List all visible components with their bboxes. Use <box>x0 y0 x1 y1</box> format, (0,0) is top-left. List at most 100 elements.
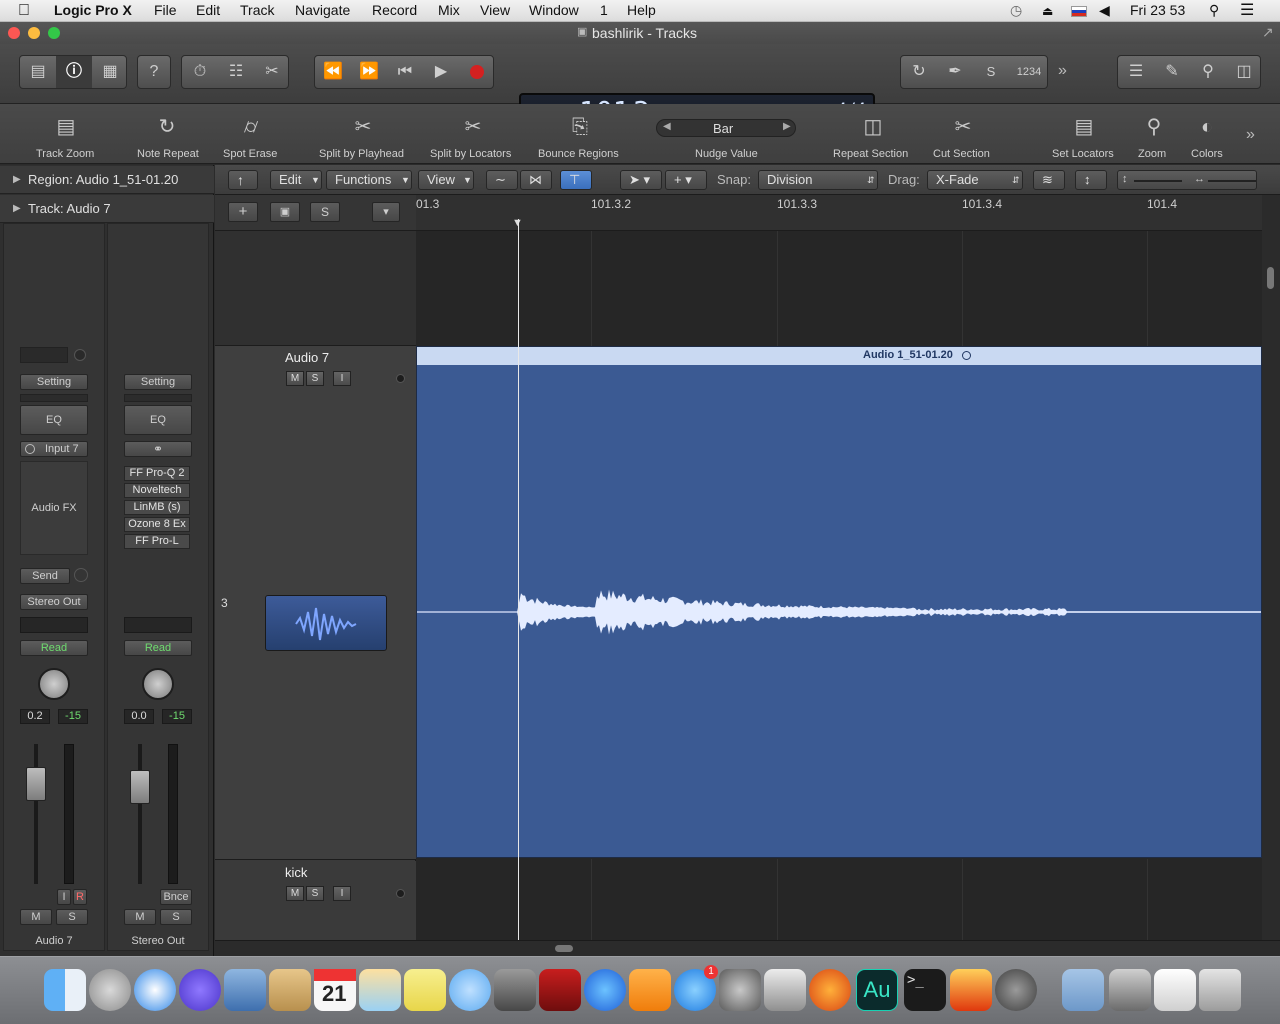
menu-help[interactable]: Help <box>627 2 656 18</box>
safari-icon[interactable] <box>134 969 176 1011</box>
vertical-scroll-thumb[interactable] <box>1267 267 1274 289</box>
colors-button[interactable]: ◐ Colors <box>1186 104 1230 164</box>
send-slot[interactable]: Send <box>20 568 70 584</box>
instruments-icon[interactable] <box>179 969 221 1011</box>
calendar-icon[interactable]: 21 <box>314 969 356 1011</box>
play-icon[interactable]: ▶ <box>423 56 459 88</box>
more-icon[interactable]: » <box>1058 62 1067 80</box>
fullscreen-icon[interactable]: ↗ <box>1262 24 1274 41</box>
region-header[interactable]: Audio 1_51-01.20 <box>417 347 1261 365</box>
app-store-icon[interactable]: 1 <box>674 965 718 1011</box>
track-input-monitor-button[interactable]: I <box>333 886 351 901</box>
messages-icon[interactable] <box>449 969 491 1011</box>
terminal-icon[interactable]: >_ <box>904 969 946 1011</box>
global-solo-button[interactable]: S <box>310 202 340 222</box>
split-by-playhead-button[interactable]: ✂ Split by Playhead <box>314 104 412 164</box>
balance-knob[interactable] <box>142 668 174 700</box>
ruler[interactable]: 01.3 101.3.2 101.3.3 101.3.4 101.4 ▼ <box>416 195 1262 231</box>
record-enable-button[interactable]: R <box>73 889 87 905</box>
more-tools-icon[interactable]: » <box>1246 126 1255 144</box>
nudge-right-icon[interactable]: ▶ <box>783 121 791 132</box>
cut-section-button[interactable]: ✂ Cut Section <box>928 104 998 164</box>
zoom-button[interactable]: ⚲ Zoom <box>1134 104 1174 164</box>
group-slot[interactable] <box>124 617 192 633</box>
track-mute-button[interactable]: M <box>286 886 304 901</box>
trash-icon[interactable] <box>1199 969 1241 1011</box>
contacts-icon[interactable] <box>269 969 311 1011</box>
vertical-scrollbar[interactable] <box>1262 195 1280 940</box>
menu-record[interactable]: Record <box>372 2 417 18</box>
preview-icon[interactable] <box>224 969 266 1011</box>
catch-playhead-icon[interactable]: ⊤ <box>560 170 592 190</box>
photo-strip-icon[interactable] <box>539 969 581 1011</box>
plugin-slot-1[interactable]: FF Pro-Q 2 <box>124 466 190 481</box>
split-by-locators-button[interactable]: ✂ Split by Locators <box>425 104 521 164</box>
menu-navigate[interactable]: Navigate <box>295 2 350 18</box>
plugin-slot-3[interactable]: LinMB (s) <box>124 500 190 515</box>
mute-button[interactable]: M <box>124 909 156 925</box>
audition-icon[interactable]: Au <box>856 969 898 1011</box>
note-repeat-button[interactable]: ↻ Note Repeat <box>132 104 206 164</box>
volume-fader[interactable] <box>26 767 46 801</box>
smart-controls-icon[interactable]: ⏱ <box>182 56 218 88</box>
bounce-regions-button[interactable]: ⎘ Bounce Regions <box>533 104 627 164</box>
plugin-slot-2[interactable]: Noveltech <box>124 483 190 498</box>
setting-button[interactable]: Setting <box>20 374 88 390</box>
track-header-kick[interactable]: kick M S I <box>215 861 416 940</box>
track-solo-button[interactable]: S <box>306 886 324 901</box>
menu-track[interactable]: Track <box>240 2 274 18</box>
plugin-slot-5[interactable]: FF Pro-L <box>124 534 190 549</box>
mixer-icon[interactable]: ☷ <box>218 56 254 88</box>
record-enable-icon[interactable] <box>396 889 405 898</box>
nudge-left-icon[interactable]: ◀ <box>663 121 671 132</box>
pan-knob[interactable] <box>38 668 70 700</box>
minimize-window-button[interactable] <box>28 27 40 39</box>
automation-mode[interactable]: Read <box>124 640 192 656</box>
input-button[interactable]: Input 7 <box>20 441 88 457</box>
pointer-tool-icon[interactable]: ➤ ▾ <box>620 170 662 190</box>
browsers-icon[interactable]: ◫ <box>1226 56 1262 88</box>
automation-icon[interactable]: ∼ <box>486 170 518 190</box>
itunes-icon[interactable] <box>584 969 626 1011</box>
loop-browser-icon[interactable]: ⚲ <box>1190 56 1226 88</box>
toolbar-icon[interactable]: ▦ <box>92 56 128 88</box>
finder-icon[interactable] <box>44 969 86 1011</box>
track-inspector-row[interactable]: ▶ Track: Audio 7 <box>0 195 214 223</box>
spot-erase-button[interactable]: ⌭ Spot Erase <box>218 104 284 164</box>
edit-menu[interactable]: Edit ▼ <box>270 170 322 190</box>
launchpad-icon[interactable] <box>89 969 131 1011</box>
inspector-icon[interactable]: ⓘ <box>56 56 92 88</box>
count-in-button[interactable]: 1234 <box>1009 56 1049 88</box>
bounce-button[interactable]: Bnce <box>160 889 192 905</box>
track-mute-button[interactable]: M <box>286 371 304 386</box>
cycle-icon[interactable]: ↻ <box>901 56 937 88</box>
notes-icon[interactable] <box>404 969 446 1011</box>
view-menu[interactable]: View ▼ <box>418 170 474 190</box>
menu-window[interactable]: Window <box>529 2 579 18</box>
output-slot[interactable]: Stereo Out <box>20 594 88 610</box>
mute-button[interactable]: M <box>20 909 52 925</box>
eq-button[interactable]: EQ <box>124 405 192 435</box>
nudge-value-control[interactable]: ◀ Bar ▶ <box>656 119 796 137</box>
rewind-icon[interactable]: ⏪ <box>315 56 351 88</box>
playhead[interactable] <box>518 219 519 940</box>
audio-midi-setup-icon[interactable] <box>1109 969 1151 1011</box>
automation-mode[interactable]: Read <box>20 640 88 656</box>
track-zoom-button[interactable]: ▤ Track Zoom <box>30 104 102 164</box>
photos-icon[interactable] <box>359 969 401 1011</box>
audio-region[interactable]: Audio 1_51-01.20 <box>416 346 1262 858</box>
system-preferences-icon[interactable] <box>719 969 761 1011</box>
clock[interactable]: Fri 23 53 <box>1130 2 1185 18</box>
snap-dropdown[interactable]: Division ⇵ <box>758 170 878 190</box>
flex-icon[interactable]: ⋈ <box>520 170 552 190</box>
apple-menu-icon[interactable]:  <box>18 2 30 20</box>
quick-help-icon[interactable]: ? <box>137 55 171 89</box>
eject-icon[interactable]: ⏏ <box>1042 4 1053 18</box>
library-icon[interactable]: ▤ <box>20 56 56 88</box>
add-track-icon[interactable]: + <box>228 202 258 222</box>
track-options-icon[interactable]: ▾ <box>372 202 400 222</box>
track-solo-button[interactable]: S <box>306 371 324 386</box>
volume-icon[interactable]: ◀ <box>1099 2 1110 19</box>
menu-edit[interactable]: Edit <box>196 2 220 18</box>
volume-fader[interactable] <box>130 770 150 804</box>
